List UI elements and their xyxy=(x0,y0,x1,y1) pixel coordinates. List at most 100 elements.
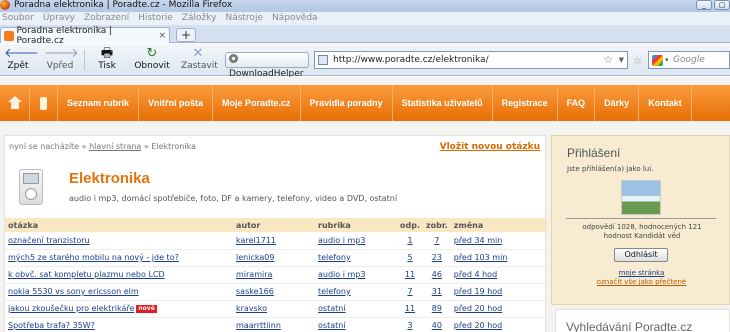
table-row: k obvč. sat kompletu plazmu nebo LCD mir… xyxy=(5,266,547,284)
phone-icon xyxy=(40,96,47,110)
answers-link[interactable]: 7 xyxy=(407,287,412,296)
changed-link[interactable]: před 20 hod xyxy=(454,304,503,313)
url-dropdown-icon[interactable]: ▼ xyxy=(619,52,624,68)
menu-tools[interactable]: Nástroje xyxy=(225,12,263,25)
category-title: Elektronika xyxy=(69,170,150,187)
new-question-link[interactable]: Vložit novou otázku xyxy=(440,142,540,152)
reload-button[interactable]: ↻ Obnovit xyxy=(134,46,170,74)
avatar[interactable] xyxy=(621,180,661,215)
table-row: jakou zkoušečku pro elektrikáře nové krav… xyxy=(5,300,547,318)
question-link[interactable]: mých5 ze starého mobilu na nový - jde to… xyxy=(8,253,179,262)
header-question[interactable]: otázka xyxy=(5,218,233,232)
answers-link[interactable]: 1 xyxy=(407,236,412,245)
question-link[interactable]: nokia 5530 vs sony ericsson elm xyxy=(8,287,139,296)
answers-link[interactable]: 11 xyxy=(405,304,415,313)
menu-view[interactable]: Zobrazení xyxy=(84,12,129,25)
downloadhelper-icon xyxy=(229,54,238,63)
printer-icon: 🖶 xyxy=(100,46,114,61)
search-box: Vyhledávání Poradte.cz xyxy=(555,309,730,332)
question-link[interactable]: Spotřeba trafa? 35W? xyxy=(8,321,95,330)
rubric-link[interactable]: telefony xyxy=(318,253,351,262)
menu-bar: Soubor Úpravy Zobrazení Historie Záložky… xyxy=(0,12,730,25)
home-button[interactable] xyxy=(0,85,30,121)
tab-label: Poradna elektronika | Poradte.cz xyxy=(16,25,113,46)
views-link[interactable]: 46 xyxy=(432,270,442,279)
downloadhelper-button[interactable]: DownloadHelper xyxy=(225,52,309,79)
address-bar[interactable]: http://www.poradte.cz/elektronika/ ☆ ▼ xyxy=(314,51,628,69)
tab-close-icon[interactable]: × xyxy=(158,31,166,41)
my-page-link[interactable]: moje stránka xyxy=(619,269,665,277)
header-author[interactable]: autor xyxy=(233,218,315,232)
nav-rules[interactable]: Pravidla poradny xyxy=(301,85,393,121)
back-arrow-icon: 🡐 xyxy=(4,46,39,61)
forward-button[interactable]: 🡒 Vpřed xyxy=(44,46,79,74)
tab-bar: Poradna elektronika | Poradte.cz × + xyxy=(0,25,730,46)
header-answers[interactable]: odp. xyxy=(397,218,423,232)
search-input[interactable]: ▾ Google xyxy=(648,51,730,69)
changed-link[interactable]: před 34 min xyxy=(454,236,503,245)
nav-faq[interactable]: FAQ xyxy=(558,85,596,121)
nav-user-stats[interactable]: Statistika uživatelů xyxy=(393,85,493,121)
maximize-button[interactable]: ▢ xyxy=(714,0,730,10)
author-link[interactable]: saske166 xyxy=(236,287,274,296)
views-link[interactable]: 89 xyxy=(432,304,442,313)
rubric-link[interactable]: telefony xyxy=(318,287,351,296)
author-link[interactable]: kravsko xyxy=(236,304,267,313)
changed-link[interactable]: před 19 hod xyxy=(454,287,503,296)
author-link[interactable]: miramira xyxy=(236,270,272,279)
print-button[interactable]: 🖶 Tisk xyxy=(94,46,120,74)
new-tab-button[interactable]: + xyxy=(176,28,196,42)
stop-button[interactable]: ✕ Zastavit xyxy=(181,46,218,74)
menu-history[interactable]: Historie xyxy=(138,12,173,25)
nav-rubrics[interactable]: Seznam rubrik xyxy=(58,85,140,121)
nav-my-poradte[interactable]: Moje Poradte.cz xyxy=(213,85,301,121)
rubric-link[interactable]: audio i mp3 xyxy=(318,270,365,279)
mark-all-read-link[interactable]: označit vše jako přečtené xyxy=(597,278,686,286)
question-link[interactable]: k obvč. sat kompletu plazmu nebo LCD xyxy=(8,270,165,279)
mobile-button[interactable] xyxy=(30,85,58,121)
page-identity-icon xyxy=(318,55,328,65)
rubric-link[interactable]: audio i mp3 xyxy=(318,236,365,245)
ipod-icon xyxy=(19,169,43,205)
header-views[interactable]: zobr. xyxy=(423,218,451,232)
tab-active[interactable]: Poradna elektronika | Poradte.cz × xyxy=(0,25,170,46)
gear-icon[interactable]: ✲ xyxy=(633,55,642,68)
rubric-link[interactable]: ostatní xyxy=(318,304,346,313)
answers-link[interactable]: 11 xyxy=(405,270,415,279)
breadcrumb-home-link[interactable]: hlavní strana xyxy=(89,142,141,151)
login-title: Přihlášení xyxy=(567,146,621,160)
menu-bookmarks[interactable]: Záložky xyxy=(182,12,217,25)
menu-edit[interactable]: Úpravy xyxy=(43,12,75,25)
logout-button[interactable]: Odhlásit xyxy=(614,248,668,262)
author-link[interactable]: karel1711 xyxy=(236,236,276,245)
answers-link[interactable]: 5 xyxy=(407,253,412,262)
views-link[interactable]: 31 xyxy=(432,287,442,296)
bookmark-star-icon[interactable]: ☆ xyxy=(603,52,613,68)
user-stats-line1: odpovědí 1028, hodnocených 121 xyxy=(582,223,702,231)
question-link[interactable]: jakou zkoušečku pro elektrikáře xyxy=(8,304,134,313)
navigation-toolbar: 🡐 Zpět 🡒 Vpřed 🖶 Tisk ↻ Obnovit ✕ Zastav… xyxy=(0,44,730,79)
back-button[interactable]: 🡐 Zpět xyxy=(4,46,39,74)
changed-link[interactable]: před 103 min xyxy=(454,253,508,262)
rubric-link[interactable]: ostatní xyxy=(318,321,346,330)
breadcrumb-separator: » xyxy=(143,142,149,151)
views-link[interactable]: 23 xyxy=(432,253,442,262)
nav-gifts[interactable]: Dárky xyxy=(595,85,640,121)
nav-contact[interactable]: Kontakt xyxy=(639,85,692,121)
views-link[interactable]: 40 xyxy=(432,321,442,330)
nav-internal-mail[interactable]: Vnitřní pošta xyxy=(139,85,214,121)
nav-registration[interactable]: Registrace xyxy=(493,85,558,121)
menu-help[interactable]: Nápověda xyxy=(272,12,318,25)
question-link[interactable]: označení tranzistoru xyxy=(8,236,90,245)
header-rubric[interactable]: rubrika xyxy=(315,218,397,232)
changed-link[interactable]: před 4 hod xyxy=(454,270,497,279)
author-link[interactable]: lenicka09 xyxy=(236,253,274,262)
views-link[interactable]: 7 xyxy=(434,236,439,245)
minimize-button[interactable]: _ xyxy=(696,0,712,10)
menu-file[interactable]: Soubor xyxy=(2,12,34,25)
changed-link[interactable]: před 20 hod xyxy=(454,321,503,330)
search-engine-dropdown-icon[interactable]: ▾ xyxy=(665,52,669,68)
answers-link[interactable]: 3 xyxy=(407,321,412,330)
header-changed[interactable]: změna xyxy=(450,218,547,232)
author-link[interactable]: maarrttiinn xyxy=(236,321,281,330)
